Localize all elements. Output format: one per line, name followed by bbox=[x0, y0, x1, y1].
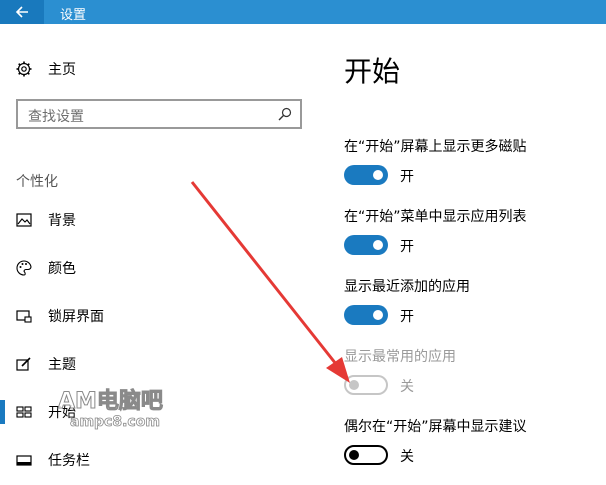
toggle-knob bbox=[373, 310, 383, 320]
back-arrow-icon bbox=[15, 6, 28, 18]
sidebar-item-start[interactable]: 开始 bbox=[0, 400, 300, 424]
palette-icon bbox=[16, 260, 32, 276]
theme-icon bbox=[16, 357, 31, 371]
toggle-suggestions[interactable] bbox=[344, 445, 388, 465]
taskbar-icon bbox=[16, 455, 32, 466]
sidebar-item-label: 主题 bbox=[48, 357, 76, 373]
section-heading: 个性化 bbox=[16, 174, 58, 190]
toggle-state-label: 开 bbox=[400, 309, 414, 325]
sidebar-item-label: 锁屏界面 bbox=[48, 309, 104, 325]
selection-indicator bbox=[0, 400, 5, 424]
toggle-state-label: 关 bbox=[400, 379, 414, 395]
sidebar-item-label: 主页 bbox=[48, 62, 76, 78]
image-icon bbox=[16, 213, 32, 227]
setting-label: 显示最常用的应用 bbox=[344, 349, 456, 365]
title-bar: 设置 bbox=[0, 0, 606, 24]
toggle-app-list[interactable] bbox=[344, 235, 388, 255]
sidebar-item-taskbar[interactable]: 任务栏 bbox=[0, 448, 300, 472]
sidebar-item-label: 背景 bbox=[48, 213, 76, 229]
toggle-knob bbox=[349, 450, 359, 460]
sidebar-item-home[interactable]: 主页 bbox=[16, 58, 216, 80]
toggle-recently-added[interactable] bbox=[344, 305, 388, 325]
setting-label: 偶尔在“开始”屏幕中显示建议 bbox=[344, 419, 527, 435]
window-title: 设置 bbox=[60, 8, 87, 23]
lock-screen-icon bbox=[16, 310, 32, 323]
gear-icon bbox=[16, 61, 32, 77]
sidebar-item-themes[interactable]: 主题 bbox=[0, 352, 300, 376]
toggle-knob bbox=[373, 240, 383, 250]
toggle-knob bbox=[373, 170, 383, 180]
setting-label: 在“开始”菜单中显示应用列表 bbox=[344, 209, 527, 225]
back-button[interactable] bbox=[0, 0, 44, 24]
search-input[interactable]: 查找设置 bbox=[16, 99, 302, 129]
toggle-state-label: 关 bbox=[400, 449, 414, 465]
search-placeholder: 查找设置 bbox=[28, 109, 84, 125]
page-title: 开始 bbox=[344, 55, 401, 88]
toggle-more-tiles[interactable] bbox=[344, 165, 388, 185]
toggle-most-used[interactable] bbox=[344, 375, 388, 395]
sidebar-item-label: 开始 bbox=[48, 405, 76, 421]
sidebar-item-label: 颜色 bbox=[48, 261, 76, 277]
sidebar-item-background[interactable]: 背景 bbox=[0, 208, 300, 232]
sidebar-item-colors[interactable]: 颜色 bbox=[0, 256, 300, 280]
toggle-knob bbox=[349, 380, 359, 390]
setting-label: 显示最近添加的应用 bbox=[344, 279, 470, 295]
toggle-state-label: 开 bbox=[400, 239, 414, 255]
toggle-state-label: 开 bbox=[400, 169, 414, 185]
setting-label: 在“开始”屏幕上显示更多磁贴 bbox=[344, 139, 527, 155]
start-icon bbox=[16, 406, 32, 418]
sidebar-item-label: 任务栏 bbox=[48, 453, 90, 469]
sidebar-item-lock-screen[interactable]: 锁屏界面 bbox=[0, 304, 300, 328]
search-icon bbox=[278, 107, 292, 121]
